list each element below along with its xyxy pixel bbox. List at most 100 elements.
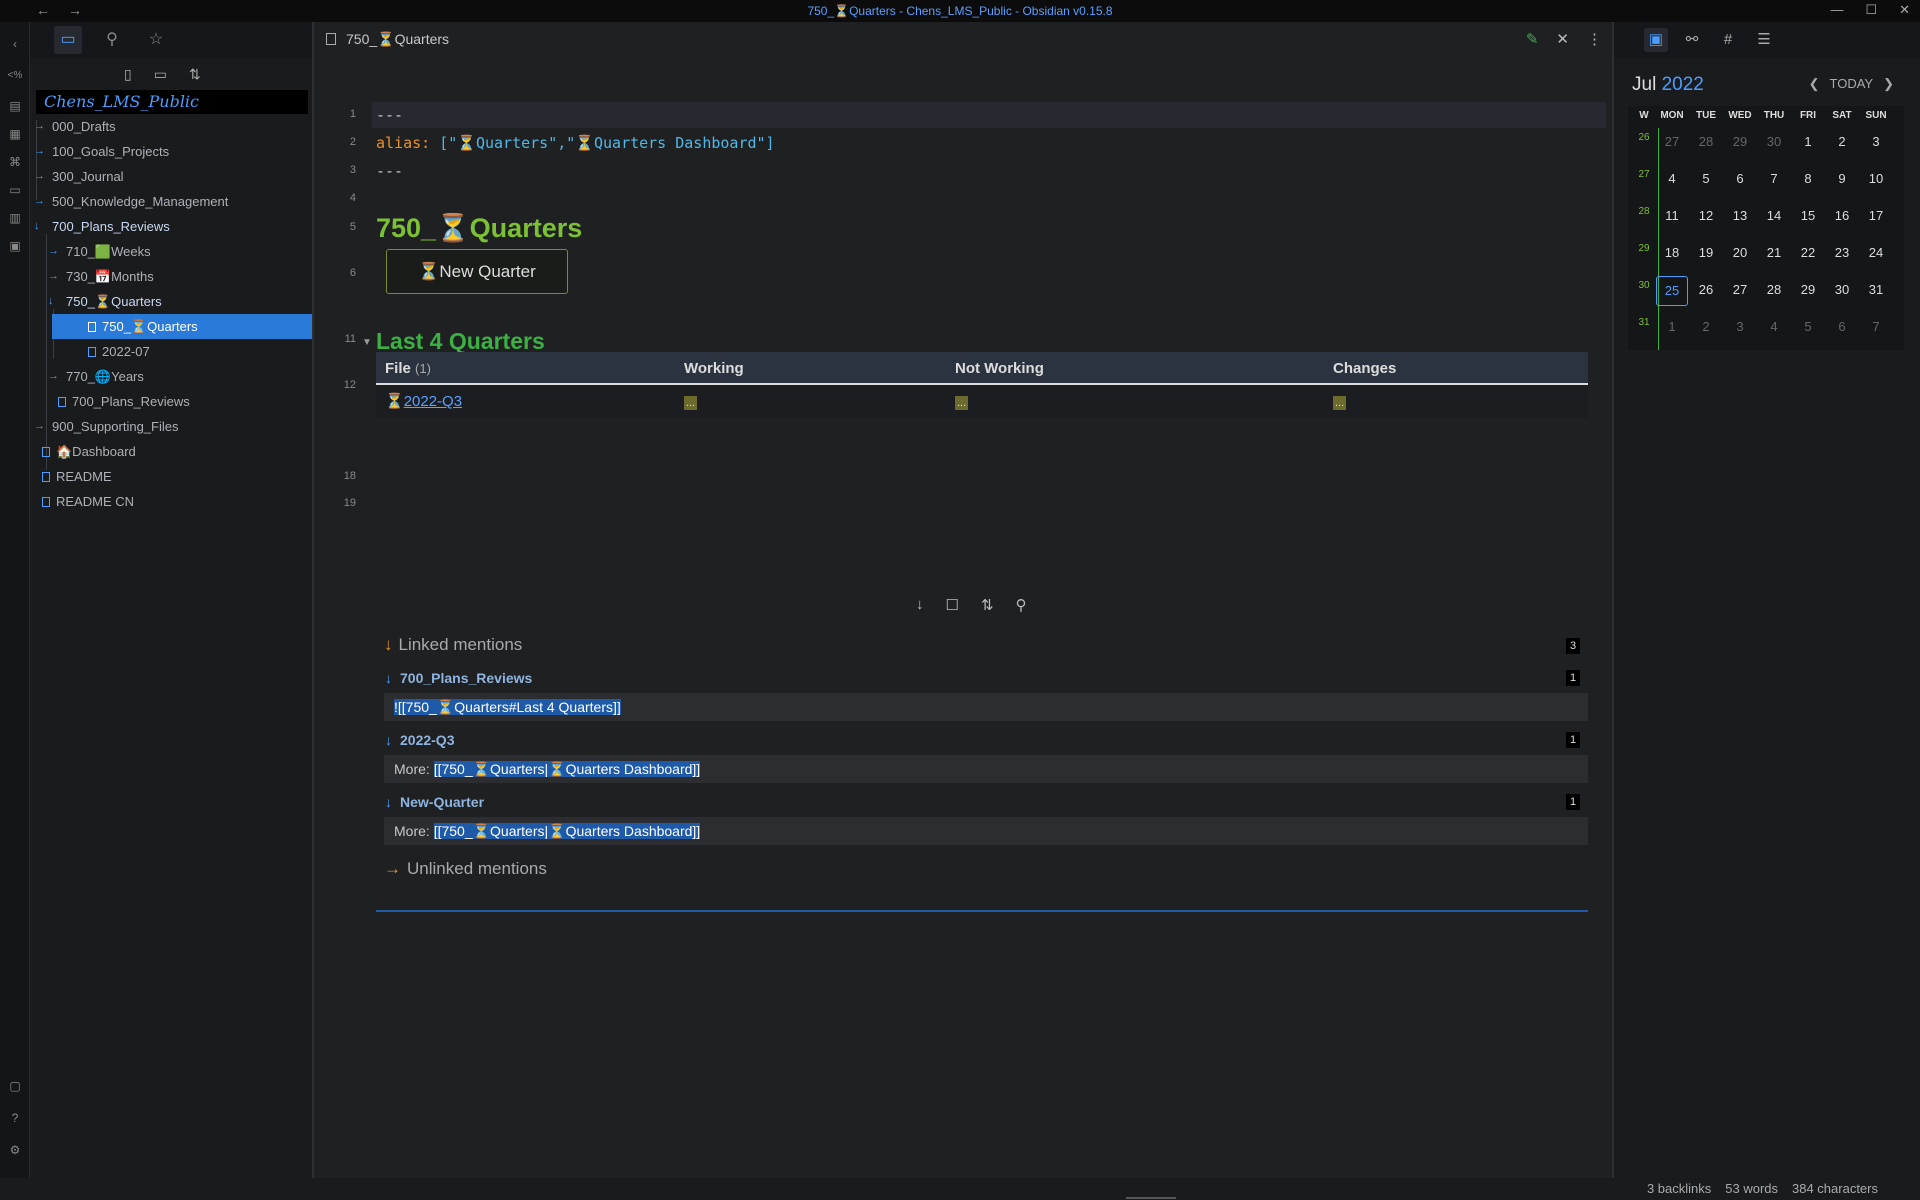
search-icon[interactable]: ⚲ xyxy=(1016,596,1027,614)
tree-folder[interactable]: → 900_Supporting_Files xyxy=(30,414,312,439)
star-icon[interactable]: ☆ xyxy=(142,26,170,54)
backlink-group-header[interactable]: ↓ 2022-Q3 xyxy=(385,732,454,748)
heading-2[interactable]: Last 4 Quarters xyxy=(376,328,545,355)
previous-month-chevron-icon[interactable]: ❮ xyxy=(1809,76,1820,92)
calendar-day[interactable]: 27 xyxy=(1656,134,1688,149)
tree-file[interactable]: README CN xyxy=(30,489,312,514)
calendar-day[interactable]: 16 xyxy=(1826,208,1858,223)
calendar-day[interactable]: 28 xyxy=(1690,134,1722,149)
tree-folder[interactable]: → 300_Journal xyxy=(30,164,312,189)
heading-1[interactable]: 750_⏳Quarters xyxy=(376,212,582,244)
calendar-day[interactable]: 27 xyxy=(1724,282,1756,297)
calendar-day[interactable]: 11 xyxy=(1656,208,1688,223)
sort-icon[interactable]: ⇅ xyxy=(189,66,201,83)
search-icon[interactable]: ⚲ xyxy=(98,26,126,54)
file-link[interactable]: 2022-Q3 xyxy=(404,393,462,410)
frontmatter-delimiter[interactable]: --- xyxy=(376,162,403,180)
calendar-day[interactable]: 31 xyxy=(1860,282,1892,297)
tree-folder[interactable]: → 710_🟩Weeks xyxy=(30,239,312,264)
calendar-day[interactable]: 9 xyxy=(1826,171,1858,186)
calendar-day[interactable]: 1 xyxy=(1792,134,1824,149)
minimize-button[interactable]: — xyxy=(1830,2,1843,18)
template-icon[interactable]: ▦ xyxy=(7,126,23,142)
calendar-day-today[interactable]: 25 xyxy=(1656,276,1688,306)
tree-folder[interactable]: ↓ 750_⏳Quarters xyxy=(30,289,312,314)
calendar-day[interactable]: 30 xyxy=(1826,282,1858,297)
frontmatter-delimiter[interactable]: --- xyxy=(376,106,403,124)
tree-folder[interactable]: → 730_📅Months xyxy=(30,264,312,289)
frontmatter-alias-line[interactable]: alias: ["⏳Quarters","⏳Quarters Dashboard… xyxy=(376,134,775,152)
vault-switch-icon[interactable]: ▢ xyxy=(7,1078,23,1094)
collapse-sidebar-icon[interactable]: ‹ xyxy=(7,36,23,52)
calendar-day[interactable]: 2 xyxy=(1690,319,1722,334)
calendar-day[interactable]: 7 xyxy=(1758,171,1790,186)
tree-file-selected[interactable]: 750_⏳Quarters xyxy=(52,314,312,339)
unlinked-mentions-header[interactable]: → Unlinked mentions xyxy=(384,859,547,879)
edit-mode-pencil-icon[interactable]: ✎ xyxy=(1526,30,1539,48)
calendar-day[interactable]: 29 xyxy=(1792,282,1824,297)
kanban-icon[interactable]: ▥ xyxy=(7,210,23,226)
calendar-day[interactable]: 17 xyxy=(1860,208,1892,223)
calendar-day[interactable]: 4 xyxy=(1758,319,1790,334)
tree-file[interactable]: 🏠Dashboard xyxy=(30,439,312,464)
calendar-day[interactable]: 19 xyxy=(1690,245,1722,260)
calendar-day[interactable]: 21 xyxy=(1758,245,1790,260)
calendar-day[interactable]: 18 xyxy=(1656,245,1688,260)
calendar-icon[interactable]: ▣ xyxy=(1644,28,1668,52)
calendar-day[interactable]: 22 xyxy=(1792,245,1824,260)
calendar-day[interactable]: 24 xyxy=(1860,245,1892,260)
graph-view-icon[interactable]: ⌘ xyxy=(7,154,23,170)
calendar-day[interactable]: 6 xyxy=(1724,171,1756,186)
close-window-button[interactable]: ✕ xyxy=(1899,2,1910,18)
new-note-icon[interactable]: ▯ xyxy=(124,66,132,83)
backlinks-icon[interactable]: ⚯ xyxy=(1680,28,1704,52)
calendar-note-icon[interactable]: ▤ xyxy=(7,98,23,114)
help-icon[interactable]: ? xyxy=(7,1110,23,1126)
maximize-button[interactable]: ☐ xyxy=(1865,2,1877,18)
folder-icon[interactable]: ▭ xyxy=(54,26,82,54)
next-month-chevron-icon[interactable]: ❯ xyxy=(1883,76,1894,92)
tree-file[interactable]: 700_Plans_Reviews xyxy=(30,389,312,414)
tags-icon[interactable]: # xyxy=(1716,28,1740,52)
calendar-day[interactable]: 5 xyxy=(1690,171,1722,186)
linked-mentions-header[interactable]: ↓ Linked mentions xyxy=(384,635,522,655)
calendar-day[interactable]: 28 xyxy=(1758,282,1790,297)
backlink-snippet[interactable]: More: [[750_⏳Quarters|⏳Quarters Dashboar… xyxy=(384,755,1588,783)
new-quarter-button[interactable]: ⏳New Quarter xyxy=(386,249,568,294)
daily-note-icon[interactable]: ▣ xyxy=(7,238,23,254)
calendar-day[interactable]: 6 xyxy=(1826,319,1858,334)
calendar-day[interactable]: 12 xyxy=(1690,208,1722,223)
show-more-context-icon[interactable]: ☐ xyxy=(946,596,959,614)
tree-folder[interactable]: → 100_Goals_Projects xyxy=(30,139,312,164)
calendar-day[interactable]: 14 xyxy=(1758,208,1790,223)
settings-gear-icon[interactable]: ⚙ xyxy=(7,1142,23,1158)
tree-file[interactable]: README xyxy=(30,464,312,489)
calendar-day[interactable]: 3 xyxy=(1860,134,1892,149)
sort-icon[interactable]: ⇅ xyxy=(981,596,994,614)
calendar-day[interactable]: 2 xyxy=(1826,134,1858,149)
close-tab-icon[interactable]: ✕ xyxy=(1556,30,1569,48)
calendar-day[interactable]: 5 xyxy=(1792,319,1824,334)
new-folder-icon[interactable]: ▭ xyxy=(154,66,167,83)
calendar-day[interactable]: 23 xyxy=(1826,245,1858,260)
tree-folder[interactable]: ↓ 700_Plans_Reviews xyxy=(30,214,312,239)
tree-folder[interactable]: → 770_🌐Years xyxy=(30,364,312,389)
calendar-day[interactable]: 15 xyxy=(1792,208,1824,223)
fold-chevron-icon[interactable]: ▼ xyxy=(362,337,372,348)
more-options-icon[interactable]: ⋮ xyxy=(1587,30,1602,48)
backlink-group-header[interactable]: ↓ New-Quarter xyxy=(385,794,484,810)
calendar-day[interactable]: 13 xyxy=(1724,208,1756,223)
calendar-day[interactable]: 29 xyxy=(1724,134,1756,149)
backlink-group-header[interactable]: ↓ 700_Plans_Reviews xyxy=(385,670,532,686)
calendar-day[interactable]: 8 xyxy=(1792,171,1824,186)
tree-folder[interactable]: → 500_Knowledge_Management xyxy=(30,189,312,214)
today-button[interactable]: TODAY xyxy=(1830,76,1874,92)
tree-folder[interactable]: → 000_Drafts xyxy=(30,114,312,139)
calendar-day[interactable]: 7 xyxy=(1860,319,1892,334)
calendar-day[interactable]: 3 xyxy=(1724,319,1756,334)
collapse-results-icon[interactable]: ↓ xyxy=(916,596,924,614)
backlink-snippet[interactable]: ![[750_⏳Quarters#Last 4 Quarters]] xyxy=(384,693,1588,721)
tree-file[interactable]: 2022-07 xyxy=(52,339,312,364)
status-backlinks[interactable]: 3 backlinks xyxy=(1647,1181,1711,1196)
code-icon[interactable]: <% xyxy=(7,68,23,84)
